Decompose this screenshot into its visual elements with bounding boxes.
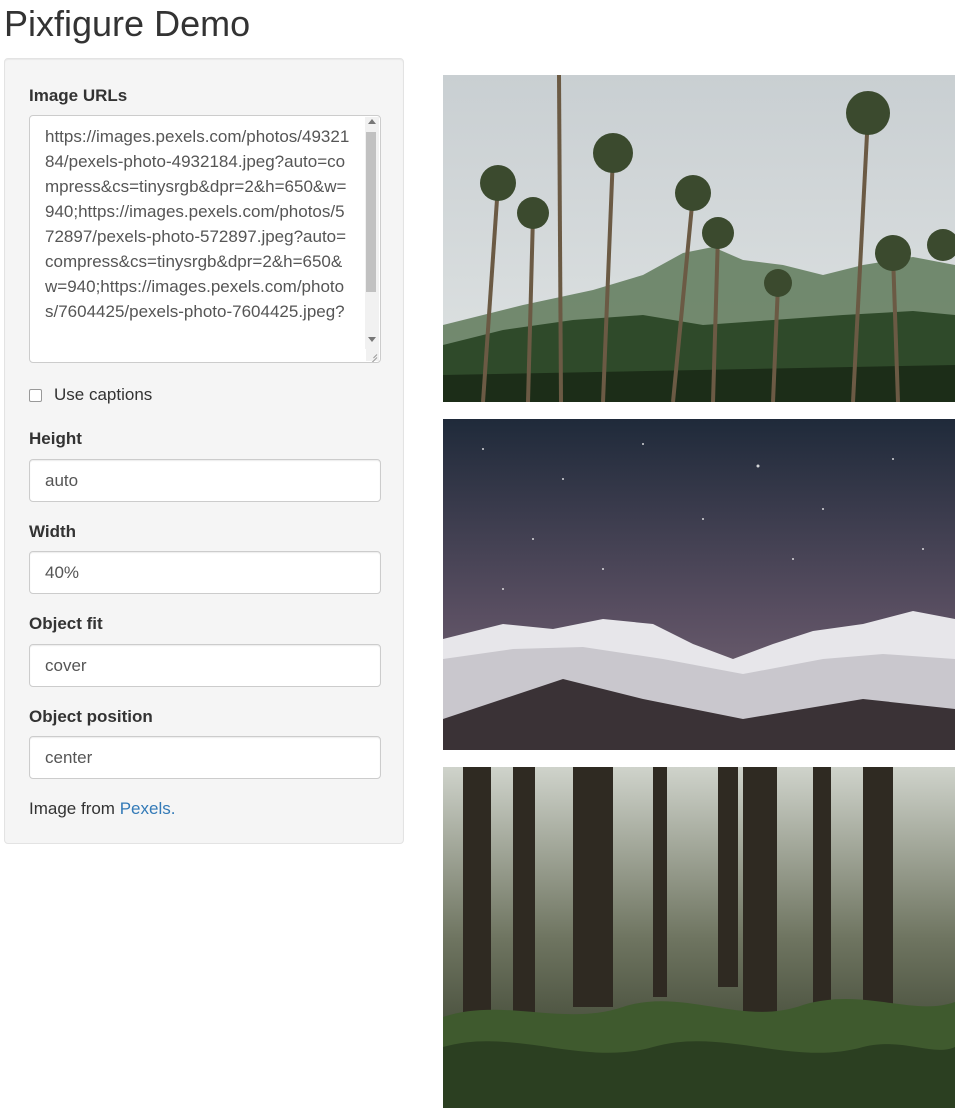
image-credit: Image from Pexels. bbox=[29, 799, 175, 819]
image-urls-label: Image URLs bbox=[29, 86, 128, 105]
use-captions-row[interactable]: Use captions bbox=[29, 385, 152, 405]
object-position-label: Object position bbox=[29, 707, 153, 726]
width-input[interactable]: 40% bbox=[29, 551, 381, 594]
height-input[interactable]: auto bbox=[29, 459, 381, 502]
scrollbar-thumb[interactable] bbox=[366, 132, 376, 292]
object-fit-input[interactable]: cover bbox=[29, 644, 381, 687]
image-urls-value: https://images.pexels.com/photos/4932184… bbox=[45, 127, 350, 321]
scroll-up-arrow-icon[interactable] bbox=[368, 119, 376, 124]
height-label: Height bbox=[29, 429, 82, 448]
photo-palm-trees bbox=[443, 75, 955, 402]
textarea-scrollbar[interactable] bbox=[365, 117, 379, 349]
object-fit-label: Object fit bbox=[29, 614, 103, 633]
page-title: Pixfigure Demo bbox=[4, 3, 251, 44]
use-captions-checkbox[interactable] bbox=[29, 388, 42, 402]
pexels-link[interactable]: Pexels. bbox=[120, 799, 176, 818]
width-label: Width bbox=[29, 522, 77, 541]
photo-forest bbox=[443, 767, 955, 1108]
settings-panel: Image URLs https://images.pexels.com/pho… bbox=[4, 58, 404, 844]
image-credit-prefix: Image from bbox=[29, 799, 120, 818]
use-captions-label: Use captions bbox=[54, 385, 153, 404]
scroll-down-arrow-icon[interactable] bbox=[368, 337, 376, 342]
object-position-input[interactable]: center bbox=[29, 736, 381, 779]
image-urls-textarea[interactable]: https://images.pexels.com/photos/4932184… bbox=[29, 115, 381, 363]
photo-snowy-mountains bbox=[443, 419, 955, 750]
resize-handle-icon[interactable] bbox=[366, 348, 379, 361]
